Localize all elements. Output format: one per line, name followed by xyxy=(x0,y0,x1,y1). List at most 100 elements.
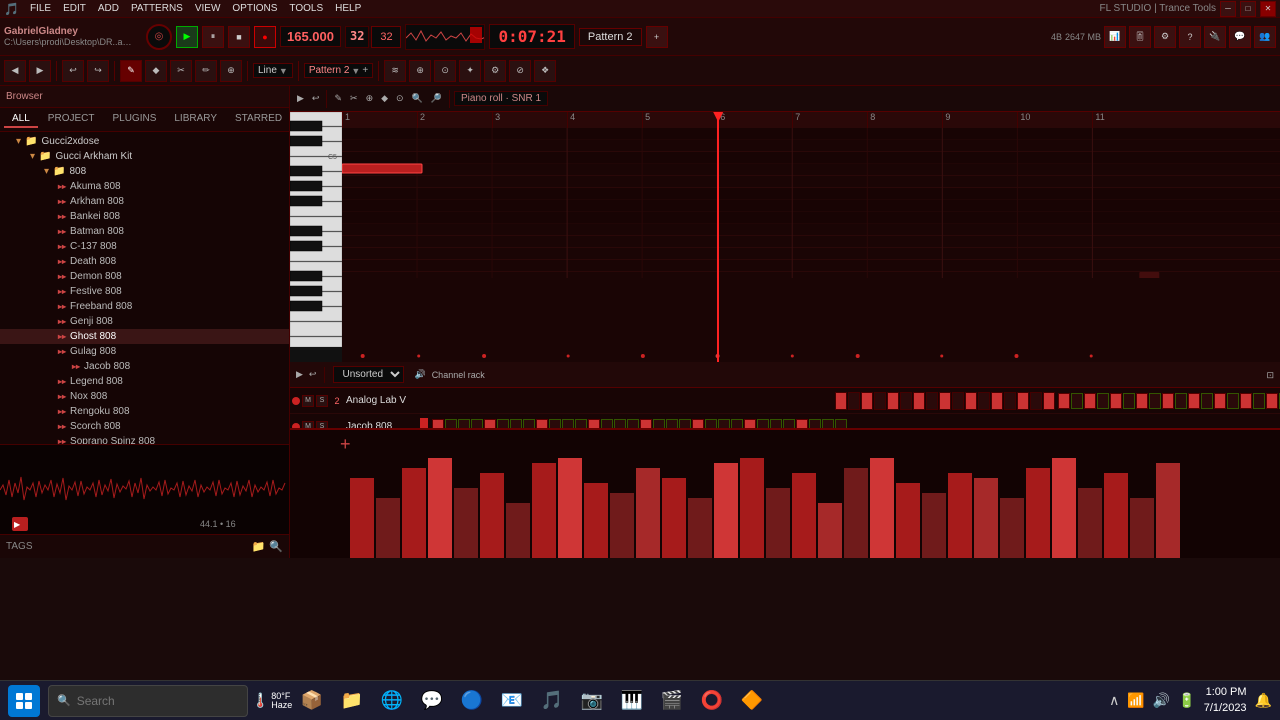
settings-btn[interactable]: ⚙ xyxy=(1154,26,1176,48)
pause-button[interactable]: ⏸ xyxy=(202,26,224,48)
chat-btn[interactable]: 💬 xyxy=(1229,26,1251,48)
stamp-btn[interactable]: ✦ xyxy=(459,60,481,82)
taskbar-icon-chrome[interactable]: 🔵 xyxy=(456,685,488,717)
step-jacob-3[interactable] xyxy=(471,419,483,429)
step-4[interactable] xyxy=(887,392,899,410)
item-scorch808[interactable]: ▸▸ Scorch 808 xyxy=(0,419,289,434)
plugin-btn[interactable]: 🔌 xyxy=(1204,26,1226,48)
tab-project[interactable]: PROJECT xyxy=(40,111,103,128)
tab-plugins[interactable]: PLUGINS xyxy=(104,111,164,128)
step-jacob-13[interactable] xyxy=(601,419,613,429)
seq-bar-8[interactable] xyxy=(558,458,582,558)
ch-led-analog[interactable] xyxy=(292,397,300,405)
seq-bar-11[interactable] xyxy=(636,468,660,558)
folder-gucci2xdose[interactable]: ▾ 📁 Gucci2xdose xyxy=(0,134,289,149)
item-arkham808[interactable]: ▸▸ Arkham 808 xyxy=(0,194,289,209)
step-analog-10[interactable] xyxy=(1188,393,1200,409)
analog-steps[interactable] xyxy=(833,392,1057,410)
seq-bar-30[interactable] xyxy=(1130,498,1154,558)
step-jacob-1[interactable] xyxy=(445,419,457,429)
seq-bar-22[interactable] xyxy=(922,493,946,558)
step-jacob-25[interactable] xyxy=(757,419,769,429)
step-10[interactable] xyxy=(965,392,977,410)
seq-bar-23[interactable] xyxy=(948,473,972,558)
seq-bar-21[interactable] xyxy=(896,483,920,558)
seq-bar-15[interactable] xyxy=(740,458,764,558)
select-tool[interactable]: ◆ xyxy=(145,60,167,82)
fwd-btn[interactable]: ▶ xyxy=(29,60,51,82)
pattern-add-btn[interactable]: + xyxy=(646,26,668,48)
menu-view[interactable]: VIEW xyxy=(190,2,226,15)
step-jacob-8[interactable] xyxy=(536,419,548,429)
undo-btn[interactable]: ↩ xyxy=(62,60,84,82)
seq-bar-20[interactable] xyxy=(870,458,894,558)
step-jacob-18[interactable] xyxy=(666,419,678,429)
help-btn[interactable]: ? xyxy=(1179,26,1201,48)
step-jacob-4[interactable] xyxy=(484,419,496,429)
seq-bar-3[interactable] xyxy=(428,458,452,558)
draw-tool[interactable]: ✎ xyxy=(120,60,142,82)
step-jacob-26[interactable] xyxy=(770,419,782,429)
pr-tool5[interactable]: ⊙ xyxy=(393,93,407,104)
step-analog-3[interactable] xyxy=(1097,393,1109,409)
pr-play-btn[interactable]: ▶ xyxy=(294,93,307,104)
menu-file[interactable]: FILE xyxy=(25,2,56,15)
tray-battery[interactable]: 🔋 xyxy=(1178,692,1195,709)
snap-btn[interactable]: ≋ xyxy=(384,60,406,82)
magnet-btn[interactable]: ❖ xyxy=(534,60,556,82)
step-analog-16[interactable] xyxy=(1266,393,1278,409)
item-c137808[interactable]: ▸▸ C-137 808 xyxy=(0,239,289,254)
step-analog-0[interactable] xyxy=(1058,393,1070,409)
step-jacob-29[interactable] xyxy=(809,419,821,429)
item-akuma808[interactable]: ▸▸ Akuma 808 xyxy=(0,179,289,194)
search-bar[interactable]: 🔍 xyxy=(48,685,248,717)
item-gulag808[interactable]: ▸▸ Gulag 808 xyxy=(0,344,289,359)
seq-bar-27[interactable] xyxy=(1052,458,1076,558)
seq-bar-25[interactable] xyxy=(1000,498,1024,558)
redo-btn[interactable]: ↪ xyxy=(87,60,109,82)
ch-solo-analog[interactable]: S xyxy=(316,395,328,407)
step-jacob-20[interactable] xyxy=(692,419,704,429)
item-demon808[interactable]: ▸▸ Demon 808 xyxy=(0,269,289,284)
pr-tool2[interactable]: ✂ xyxy=(347,93,361,104)
step-8[interactable] xyxy=(939,392,951,410)
seq-bar-18[interactable] xyxy=(818,503,842,558)
step-jacob-9[interactable] xyxy=(549,419,561,429)
seq-bar-17[interactable] xyxy=(792,473,816,558)
tray-chevron[interactable]: ∧ xyxy=(1109,692,1119,709)
item-freeband808[interactable]: ▸▸ Freeband 808 xyxy=(0,299,289,314)
menu-add[interactable]: ADD xyxy=(93,2,124,15)
ch-mute-jacob[interactable]: M xyxy=(302,421,314,429)
menu-patterns[interactable]: PATTERNS xyxy=(126,2,188,15)
ch-mute-analog[interactable]: M xyxy=(302,395,314,407)
taskbar-icon-mail[interactable]: 📧 xyxy=(496,685,528,717)
seq-bar-0[interactable] xyxy=(350,478,374,558)
taskbar-icon-app2[interactable]: 🔶 xyxy=(736,685,768,717)
step-jacob-10[interactable] xyxy=(562,419,574,429)
taskbar-icon-ae[interactable]: 🎬 xyxy=(656,685,688,717)
taskbar-icon-photos[interactable]: 📷 xyxy=(576,685,608,717)
pr-tool4[interactable]: ◆ xyxy=(378,93,391,104)
zoom-tool[interactable]: ⊕ xyxy=(220,60,242,82)
seq-bar-4[interactable] xyxy=(454,488,478,558)
system-clock[interactable]: 1:00 PM 7/1/2023 xyxy=(1204,685,1247,716)
step-analog-15[interactable] xyxy=(1253,393,1265,409)
search-input[interactable] xyxy=(77,694,239,708)
pattern-selector[interactable]: Pattern 2 xyxy=(579,28,642,46)
roll-grid[interactable]: 1 2 3 4 5 6 7 8 9 10 11 xyxy=(342,112,1280,362)
pr-tool1[interactable]: ✎ xyxy=(331,93,345,104)
step-1[interactable] xyxy=(848,392,860,410)
ch-name-jacob[interactable]: Jacob 808 xyxy=(346,421,418,428)
pr-zoom-out[interactable]: 🔎 xyxy=(428,93,445,104)
step-3[interactable] xyxy=(874,392,886,410)
taskbar-icon-browser2[interactable]: 🌐 xyxy=(376,685,408,717)
step-15[interactable] xyxy=(1030,392,1042,410)
step-jacob-22[interactable] xyxy=(718,419,730,429)
step-jacob-2[interactable] xyxy=(458,419,470,429)
bottom-sequencer[interactable]: + xyxy=(290,428,1280,558)
step-analog-11[interactable] xyxy=(1201,393,1213,409)
step-jacob-6[interactable] xyxy=(510,419,522,429)
seq-bar-19[interactable] xyxy=(844,468,868,558)
quantize-btn[interactable]: ⊕ xyxy=(409,60,431,82)
tab-all[interactable]: ALL xyxy=(4,111,38,128)
